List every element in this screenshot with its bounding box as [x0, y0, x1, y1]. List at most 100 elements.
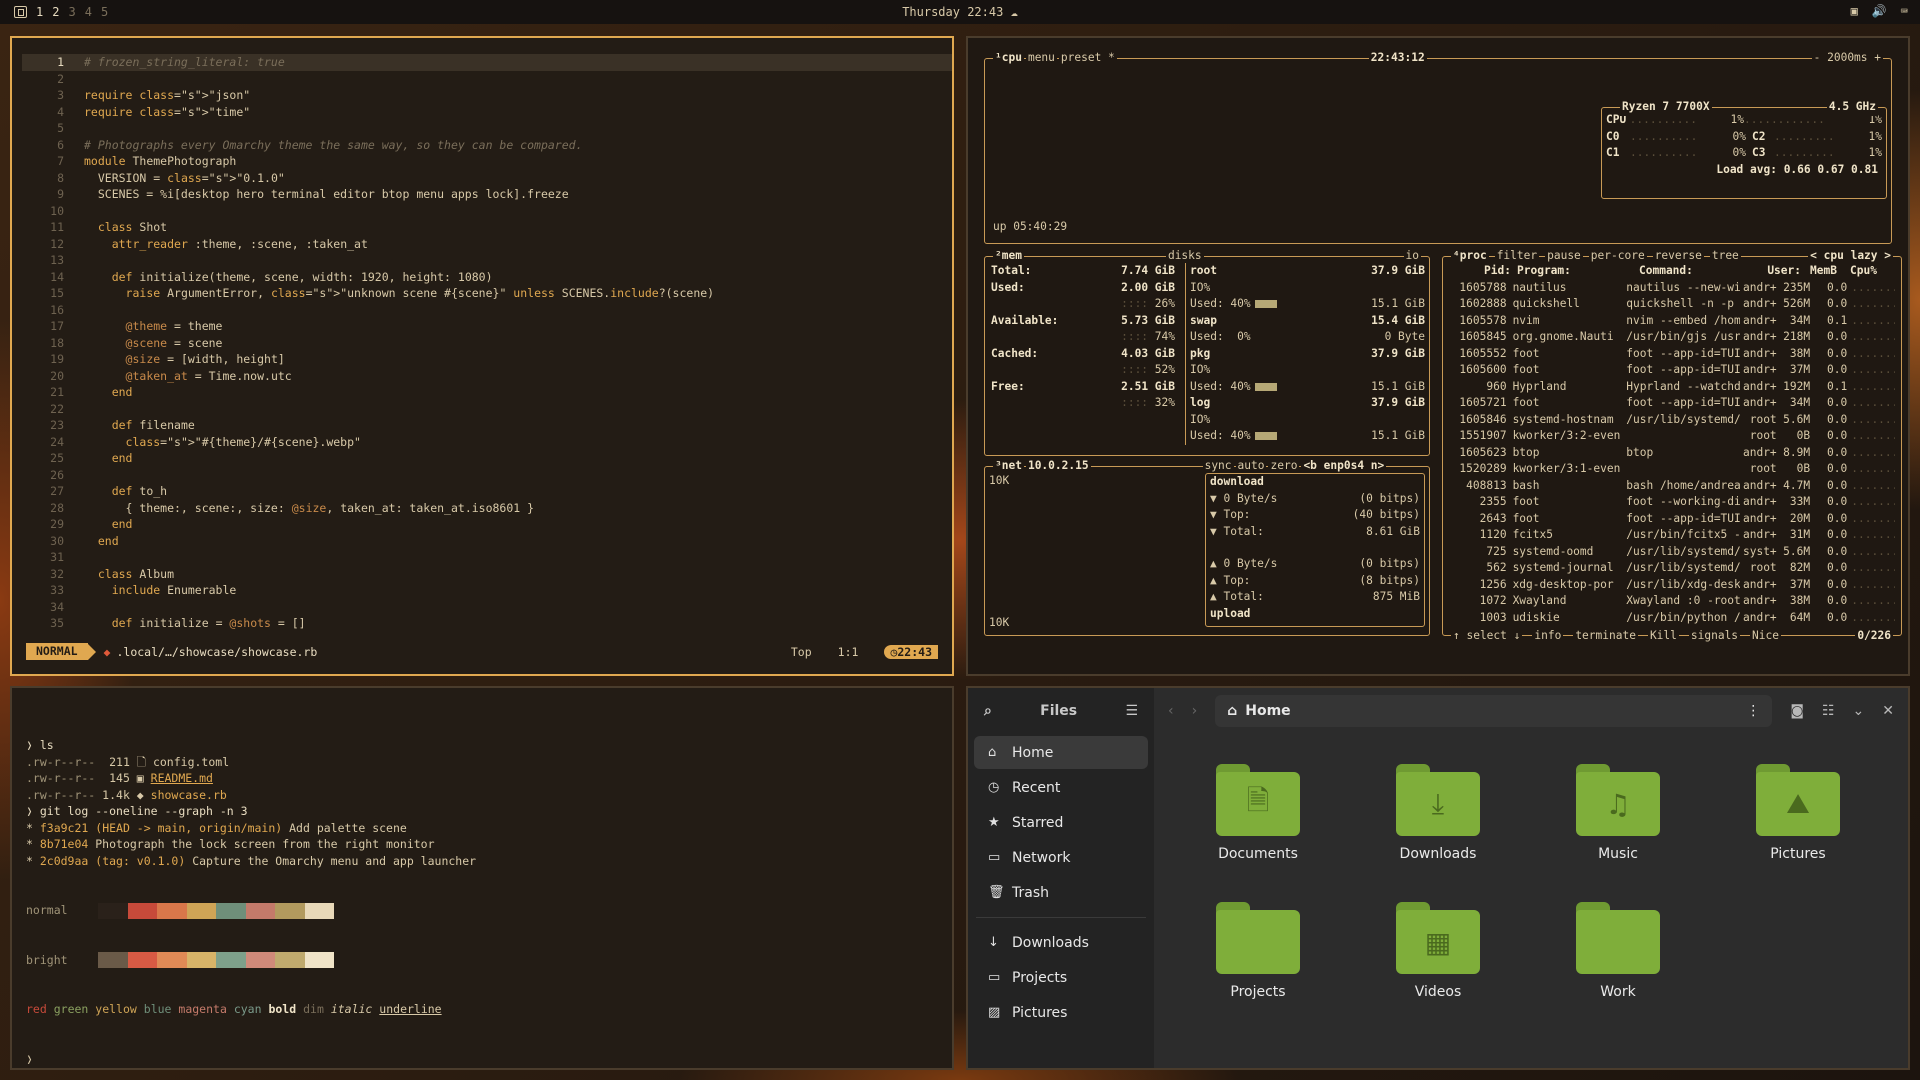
process-row[interactable]: 1551907 kworker/3:2-even root 0B 0.0.......: [1449, 428, 1895, 445]
proc-action[interactable]: signals: [1688, 627, 1741, 644]
code-line[interactable]: 35 def initialize = @shots = []: [22, 615, 714, 632]
code-line[interactable]: 10: [22, 203, 714, 220]
code-line[interactable]: 20 @taken_at = Time.now.utc: [22, 368, 714, 385]
code-line[interactable]: 27 def to_h: [22, 483, 714, 500]
list-view-icon[interactable]: ☷: [1822, 703, 1835, 719]
process-row[interactable]: 1605788 nautilus nautilus --new-win andr+ 23…: [1449, 280, 1895, 297]
code-line[interactable]: 14 def initialize(theme, scene, width: 1…: [22, 269, 714, 286]
process-row[interactable]: 562 systemd-journal/usr/lib/systemd/s root…: [1449, 560, 1895, 577]
code-line[interactable]: 9 SCENES = %i[desktop hero terminal edit…: [22, 186, 714, 203]
code-line[interactable]: 32 class Album: [22, 566, 714, 583]
process-row[interactable]: 1605721 foot foot --app-id=TUI. andr+ 34M 0.0…: [1449, 395, 1895, 412]
process-row[interactable]: 1256 xdg-desktop-por/usr/lib/xdg-deskt and…: [1449, 577, 1895, 594]
sidebar-item-projects[interactable]: ▭ Projects: [974, 961, 1148, 994]
code-line[interactable]: 6 # Photographs every Omarchy theme the s…: [22, 137, 714, 154]
code-line[interactable]: 22: [22, 401, 714, 418]
folder-videos[interactable]: ▦ Videos: [1368, 902, 1508, 1000]
code-line[interactable]: 13: [22, 252, 714, 269]
search-icon[interactable]: ⌕: [984, 703, 992, 719]
volume-icon[interactable]: 🔊: [1872, 4, 1887, 18]
process-row[interactable]: 2355 foot foot --working-dir andr+ 33M 0.0...…: [1449, 494, 1895, 511]
code-line[interactable]: 31: [22, 549, 714, 566]
code-line[interactable]: 7 module ThemePhotograph: [22, 153, 714, 170]
proc-action[interactable]: ↑ select ↓: [1451, 627, 1523, 644]
code-line[interactable]: 33 include Enumerable: [22, 582, 714, 599]
code-line[interactable]: 5: [22, 120, 714, 137]
sidebar-item-network[interactable]: ▭ Network: [974, 841, 1148, 874]
code-line[interactable]: 30 end: [22, 533, 714, 550]
process-row[interactable]: 1605846 systemd-hostnam/usr/lib/systemd/s…: [1449, 412, 1895, 429]
process-row[interactable]: 2643 foot foot --app-id=TUI. andr+ 20M 0.0...…: [1449, 511, 1895, 528]
process-row[interactable]: 1072 Xwayland Xwayland :0 -rootl andr+ 38M 0.…: [1449, 593, 1895, 610]
close-icon[interactable]: ✕: [1882, 703, 1894, 719]
code-line[interactable]: 12 attr_reader :theme, :scene, :taken_at: [22, 236, 714, 253]
process-row[interactable]: 408813 bash bash /home/andreas andr+ 4.7M 0.0…: [1449, 478, 1895, 495]
code-line[interactable]: 11 class Shot: [22, 219, 714, 236]
folder-downloads[interactable]: ⤓ Downloads: [1368, 764, 1508, 862]
code-line[interactable]: 8 VERSION = class="s">"0.1.0": [22, 170, 714, 187]
process-row[interactable]: 1602888 quickshell quickshell -n -p / andr+…: [1449, 296, 1895, 313]
folder-projects[interactable]: Projects: [1188, 902, 1328, 1000]
process-row[interactable]: 1605552 foot foot --app-id=TUI. andr+ 38M 0.0…: [1449, 346, 1895, 363]
code-line[interactable]: 18 @scene = scene: [22, 335, 714, 352]
code-line[interactable]: 19 @size = [width, height]: [22, 351, 714, 368]
folder-pictures[interactable]: ⛰ Pictures: [1728, 764, 1868, 862]
process-row[interactable]: 1605600 foot foot --app-id=TUI. andr+ 37M 0.0…: [1449, 362, 1895, 379]
process-row[interactable]: 960 Hyprland Hyprland --watchdo andr+ 192M 0.…: [1449, 379, 1895, 396]
folder-music[interactable]: ♫ Music: [1548, 764, 1688, 862]
chevron-down-icon[interactable]: ⌄: [1853, 703, 1865, 719]
sidebar-item-home[interactable]: ⌂ Home: [974, 736, 1148, 769]
neovim-window[interactable]: 1 # frozen_string_literal: true 2 3 require …: [10, 36, 954, 676]
terminal-window[interactable]: ❭ ls .rw-r--r-- 211 🗋 config.toml .rw-r--r…: [10, 686, 954, 1070]
code-line[interactable]: 1 # frozen_string_literal: true: [22, 54, 952, 71]
code-line[interactable]: 4 require class="s">"time": [22, 104, 714, 121]
path-bar[interactable]: ⌂ Home ⋮: [1215, 695, 1773, 727]
path-menu-icon[interactable]: ⋮: [1746, 703, 1760, 719]
proc-action[interactable]: terminate: [1573, 627, 1638, 644]
network-icon[interactable]: ⌨: [1901, 4, 1908, 18]
prompt[interactable]: ❭: [26, 1051, 476, 1068]
code-line[interactable]: 15 raise ArgumentError, class="s">"unkno…: [22, 285, 714, 302]
process-row[interactable]: 1605578 nvim nvim --embed /home andr+ 34M 0.1…: [1449, 313, 1895, 330]
process-row[interactable]: 1120 fcitx5/usr/bin/fcitx5 -- andr+ 31M 0.0.…: [1449, 527, 1895, 544]
code-line[interactable]: 3 require class="s">"json": [22, 87, 714, 104]
back-icon[interactable]: ‹: [1168, 703, 1174, 719]
code-buffer[interactable]: 1 # frozen_string_literal: true 2 3 require …: [22, 54, 952, 632]
clock[interactable]: Thursday 22:43 ☁: [0, 5, 1920, 19]
camera-icon[interactable]: ◙: [1790, 703, 1804, 719]
code-line[interactable]: 2: [22, 71, 714, 88]
menu-icon[interactable]: ☰: [1125, 703, 1138, 719]
sidebar-item-trash[interactable]: 🗑 Trash: [974, 876, 1148, 909]
code-line[interactable]: 17 @theme = theme: [22, 318, 714, 335]
btop-window[interactable]: ¹cpu menu preset * 22:43:12 - 2000ms + R…: [966, 36, 1910, 676]
code-line[interactable]: 26: [22, 467, 714, 484]
terminal-output[interactable]: ❭ ls .rw-r--r-- 211 🗋 config.toml .rw-r--r…: [26, 704, 476, 1068]
code-line[interactable]: 28 { theme:, scene:, size: @size, taken_…: [22, 500, 714, 517]
palette-swatch: [186, 902, 216, 919]
proc-action[interactable]: Kill: [1647, 627, 1679, 644]
code-line[interactable]: 34: [22, 599, 714, 616]
forward-icon[interactable]: ›: [1192, 703, 1198, 719]
sidebar-item-pictures[interactable]: ▨ Pictures: [974, 996, 1148, 1029]
process-row[interactable]: 1520289 kworker/3:1-even root 0B 0.0.......: [1449, 461, 1895, 478]
code-line[interactable]: 21 end: [22, 384, 714, 401]
files-window[interactable]: ⌕ Files ☰ ⌂ Home ◷ Recent ★ Starred ▭ Network 🗑 Tra…: [966, 686, 1910, 1070]
screen-icon[interactable]: ▣: [1851, 4, 1858, 18]
sidebar-item-downloads[interactable]: ↓ Downloads: [974, 926, 1148, 959]
process-row[interactable]: 1605845 org.gnome.Nauti/usr/bin/gjs /usr/…: [1449, 329, 1895, 346]
process-row[interactable]: 1003 udiskie/usr/bin/python /u andr+ 64M 0.0…: [1449, 610, 1895, 627]
sidebar-item-recent[interactable]: ◷ Recent: [974, 771, 1148, 804]
code-line[interactable]: 16: [22, 302, 714, 319]
code-line[interactable]: 23 def filename: [22, 417, 714, 434]
code-line[interactable]: 29 end: [22, 516, 714, 533]
folder-work[interactable]: Work: [1548, 902, 1688, 1000]
proc-action[interactable]: Nice: [1750, 627, 1781, 644]
terminal-line: .rw-r--r-- 145 ▣ README.md: [26, 771, 213, 785]
process-row[interactable]: 725 systemd-oomd/usr/lib/systemd/s syst+ 5.…: [1449, 544, 1895, 561]
proc-action[interactable]: info: [1532, 627, 1564, 644]
folder-documents[interactable]: 🗎 Documents: [1188, 764, 1328, 862]
process-row[interactable]: 1605623 btop btop andr+ 8.9M 0.0.......: [1449, 445, 1895, 462]
code-line[interactable]: 25 end: [22, 450, 714, 467]
code-line[interactable]: 24 class="s">"#{theme}/#{scene}.webp": [22, 434, 714, 451]
sidebar-item-starred[interactable]: ★ Starred: [974, 806, 1148, 839]
